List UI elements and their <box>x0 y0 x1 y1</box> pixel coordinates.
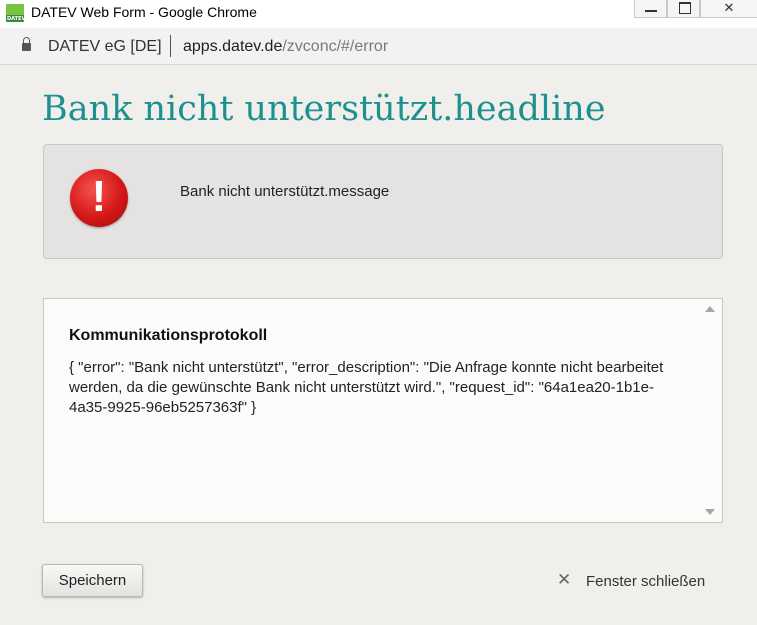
window-close-button[interactable]: ✕ <box>700 0 757 18</box>
error-message-box: ! Bank nicht unterstützt.message <box>43 144 723 259</box>
log-title: Kommunikationsprotokoll <box>69 327 268 344</box>
lock-icon[interactable] <box>22 37 31 51</box>
url-domain: apps.datev.de <box>183 38 283 55</box>
close-icon: ✕ <box>723 0 735 15</box>
maximize-button[interactable] <box>667 0 700 18</box>
exclamation-mark: ! <box>91 172 107 221</box>
window-title: DATEV Web Form - Google Chrome <box>31 4 257 20</box>
error-icon: ! <box>70 169 128 227</box>
scroll-down-arrow-icon[interactable] <box>705 509 715 515</box>
minimize-icon <box>645 10 657 12</box>
scroll-up-arrow-icon[interactable] <box>705 306 715 312</box>
address-bar[interactable]: DATEV eG [DE] apps.datev.de/zvconc/#/err… <box>0 28 757 65</box>
close-x-icon: ✕ <box>557 570 572 589</box>
communication-log-panel[interactable]: Kommunikationsprotokoll { "error": "Bank… <box>43 298 723 523</box>
minimize-button[interactable] <box>634 0 667 18</box>
url-path: /zvconc/#/error <box>282 38 389 55</box>
error-message: Bank nicht unterstützt.message <box>180 183 390 200</box>
page-headline: Bank nicht unterstützt.headline <box>42 89 606 129</box>
site-identity[interactable]: DATEV eG [DE] <box>48 38 162 56</box>
app-icon-text: DATEV <box>7 16 26 22</box>
page-content: Bank nicht unterstützt.headline ! Bank n… <box>0 65 757 625</box>
close-window-label: Fenster schließen <box>586 573 706 590</box>
maximize-icon <box>679 2 691 14</box>
window-titlebar: DATEV DATEV Web Form - Google Chrome ✕ <box>0 0 757 28</box>
url-text[interactable]: apps.datev.de/zvconc/#/error <box>183 38 388 56</box>
log-scrollbar[interactable] <box>697 299 722 522</box>
address-separator <box>170 35 171 57</box>
save-button[interactable]: Speichern <box>42 564 143 597</box>
log-text: { "error": "Bank nicht unterstützt", "er… <box>69 359 664 416</box>
datev-app-icon: DATEV <box>6 4 26 22</box>
